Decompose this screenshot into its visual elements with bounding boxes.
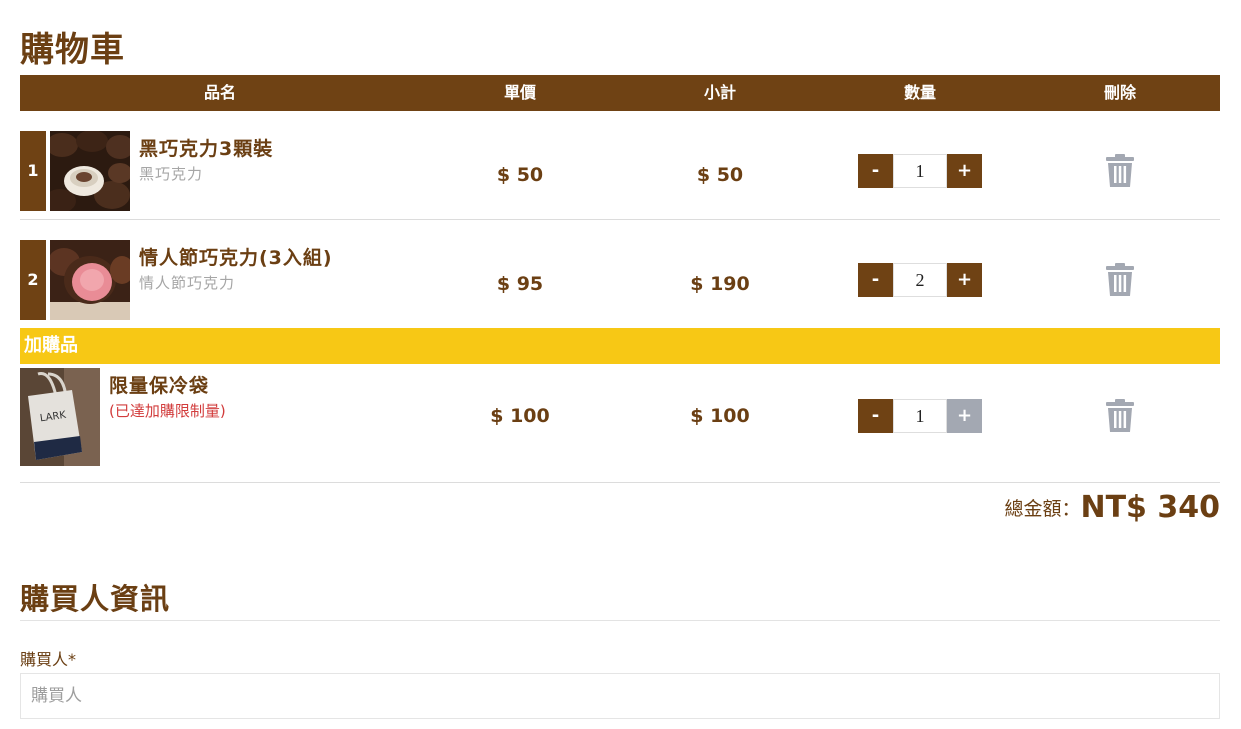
quantity-input[interactable]: 1 (893, 154, 947, 188)
buyer-field-label: 購買人* (20, 650, 77, 669)
product-thumbnail (50, 131, 130, 211)
row-divider (20, 219, 1220, 220)
cart-table-header: 品名 單價 小計 數量 刪除 (20, 75, 1220, 111)
buyer-name-input[interactable] (20, 673, 1220, 719)
quantity-input[interactable]: 2 (893, 263, 947, 297)
trash-icon[interactable] (1106, 154, 1134, 188)
item-index-badge: 2 (20, 240, 46, 320)
increase-quantity-button[interactable]: + (947, 263, 982, 297)
total-amount: NT$ 340 (1080, 490, 1220, 525)
product-subtitle: 黑巧克力 (139, 165, 204, 183)
header-quantity: 數量 (903, 83, 936, 102)
quantity-stepper: - 2 + (858, 263, 982, 297)
quantity-stepper: - 1 + (858, 399, 982, 433)
cart-total: 總金額：NT$ 340 (1004, 490, 1220, 525)
product-name[interactable]: 情人節巧克力(3入組) (139, 243, 333, 270)
header-subtotal: 小計 (703, 83, 736, 102)
increase-quantity-button[interactable]: + (947, 399, 982, 433)
header-unit-price: 單價 (503, 83, 536, 102)
subtotal: $ 50 (696, 164, 744, 186)
increase-quantity-button[interactable]: + (947, 154, 982, 188)
product-thumbnail: LARK (20, 368, 100, 466)
unit-price: $ 100 (490, 405, 550, 427)
cart-row: 1 黑巧克力3顆裝 黑巧克力 $ 50 $ 50 - 1 + (20, 131, 1220, 211)
product-name[interactable]: 限量保冷袋 (109, 371, 209, 398)
header-delete: 刪除 (1103, 83, 1136, 102)
unit-price: $ 50 (496, 164, 544, 186)
trash-icon[interactable] (1106, 399, 1134, 433)
cart-row: 2 情人節巧克力(3入組) 情人節巧克力 $ 95 $ 190 - 2 + (20, 240, 1220, 320)
addon-section-heading: 加購品 (20, 328, 1220, 364)
product-subtitle: 情人節巧克力 (139, 274, 236, 292)
decrease-quantity-button[interactable]: - (858, 263, 893, 297)
decrease-quantity-button[interactable]: - (858, 399, 893, 433)
page-title: 購物車 (20, 30, 125, 70)
trash-icon[interactable] (1106, 263, 1134, 297)
buyer-section-title: 購買人資訊 (20, 582, 171, 616)
header-name: 品名 (203, 83, 236, 102)
total-label: 總金額： (1004, 498, 1081, 520)
row-divider (20, 482, 1220, 483)
decrease-quantity-button[interactable]: - (858, 154, 893, 188)
item-index-badge: 1 (20, 131, 46, 211)
quantity-stepper: - 1 + (858, 154, 982, 188)
section-divider (20, 620, 1220, 621)
product-thumbnail (50, 240, 130, 320)
product-name[interactable]: 黑巧克力3顆裝 (139, 134, 273, 161)
unit-price: $ 95 (496, 273, 544, 295)
quantity-input[interactable]: 1 (893, 399, 947, 433)
addon-limit-note: (已達加購限制量) (109, 402, 226, 420)
subtotal: $ 190 (690, 273, 750, 295)
addon-row: LARK 限量保冷袋 (已達加購限制量) $ 100 $ 100 - 1 + (20, 368, 1220, 466)
subtotal: $ 100 (690, 405, 750, 427)
